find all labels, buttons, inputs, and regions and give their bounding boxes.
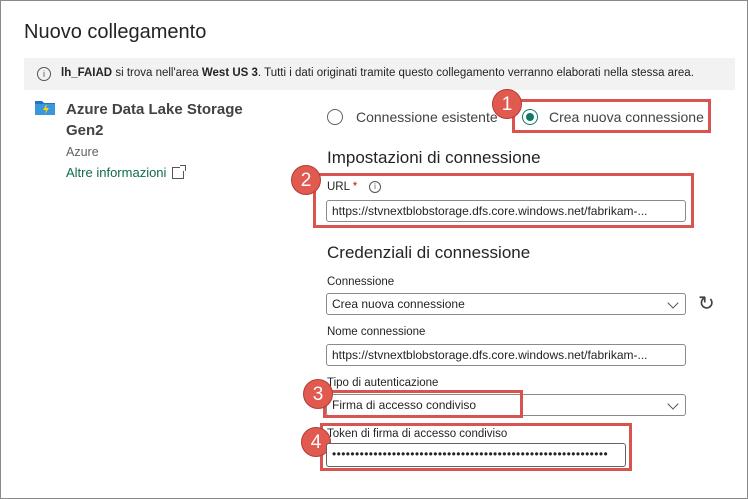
connection-dropdown[interactable]: Crea nuova connessione: [326, 293, 686, 315]
existing-connection-label[interactable]: Connessione esistente: [356, 109, 498, 125]
dialog-title: Nuovo collegamento: [24, 21, 207, 43]
info-message: lh_FAIAD si trova nell'area West US 3. T…: [61, 67, 694, 79]
learn-more-link[interactable]: Altre informazioni: [66, 164, 187, 180]
chevron-down-icon: [667, 297, 679, 309]
auth-type-label: Tipo di autenticazione: [327, 377, 439, 389]
connection-dropdown-value: Crea nuova connessione: [332, 297, 465, 311]
region-name: West US 3: [201, 67, 258, 79]
adls-icon: [35, 101, 55, 115]
url-label: URL *: [327, 181, 357, 193]
sas-token-label: Token di firma di accesso condiviso: [327, 428, 508, 440]
chevron-down-icon: [667, 398, 679, 410]
step-badge-3: 3: [303, 379, 333, 409]
source-provider: Azure: [66, 145, 99, 159]
external-link-icon: [172, 164, 187, 179]
connection-label: Connessione: [327, 276, 395, 288]
settings-heading: Impostazioni di connessione: [327, 148, 541, 167]
step-badge-1: 1: [492, 89, 522, 119]
radio-existing-connection[interactable]: [327, 109, 343, 125]
url-info-icon[interactable]: i: [369, 181, 381, 193]
info-text-part2: . Tutti i dati originati tramite questo …: [257, 67, 694, 79]
sas-token-input[interactable]: ••••••••••••••••••••••••••••••••••••••••…: [326, 443, 626, 467]
radio-new-connection[interactable]: [522, 109, 538, 125]
required-mark: *: [352, 181, 358, 193]
connection-name-label: Nome connessione: [327, 326, 426, 338]
url-input[interactable]: https://stvnextblobstorage.dfs.core.wind…: [326, 200, 686, 222]
new-shortcut-dialog: Nuovo collegamento i lh_FAIAD si trova n…: [0, 0, 748, 499]
learn-more-label[interactable]: Altre informazioni: [66, 165, 166, 180]
highlight-box-3: [323, 390, 523, 418]
source-name: Azure Data Lake Storage Gen2: [66, 101, 243, 139]
url-label-text: URL: [327, 181, 350, 193]
lakehouse-name: lh_FAIAD: [61, 67, 113, 79]
new-connection-label[interactable]: Crea nuova connessione: [549, 109, 704, 125]
refresh-icon[interactable]: ↻: [698, 291, 715, 316]
step-badge-2: 2: [291, 165, 321, 195]
info-text-part1: si trova nell'area: [112, 67, 202, 79]
credentials-heading: Credenziali di connessione: [327, 243, 531, 262]
info-icon: i: [37, 67, 51, 81]
connection-name-input[interactable]: https://stvnextblobstorage.dfs.core.wind…: [326, 344, 686, 366]
